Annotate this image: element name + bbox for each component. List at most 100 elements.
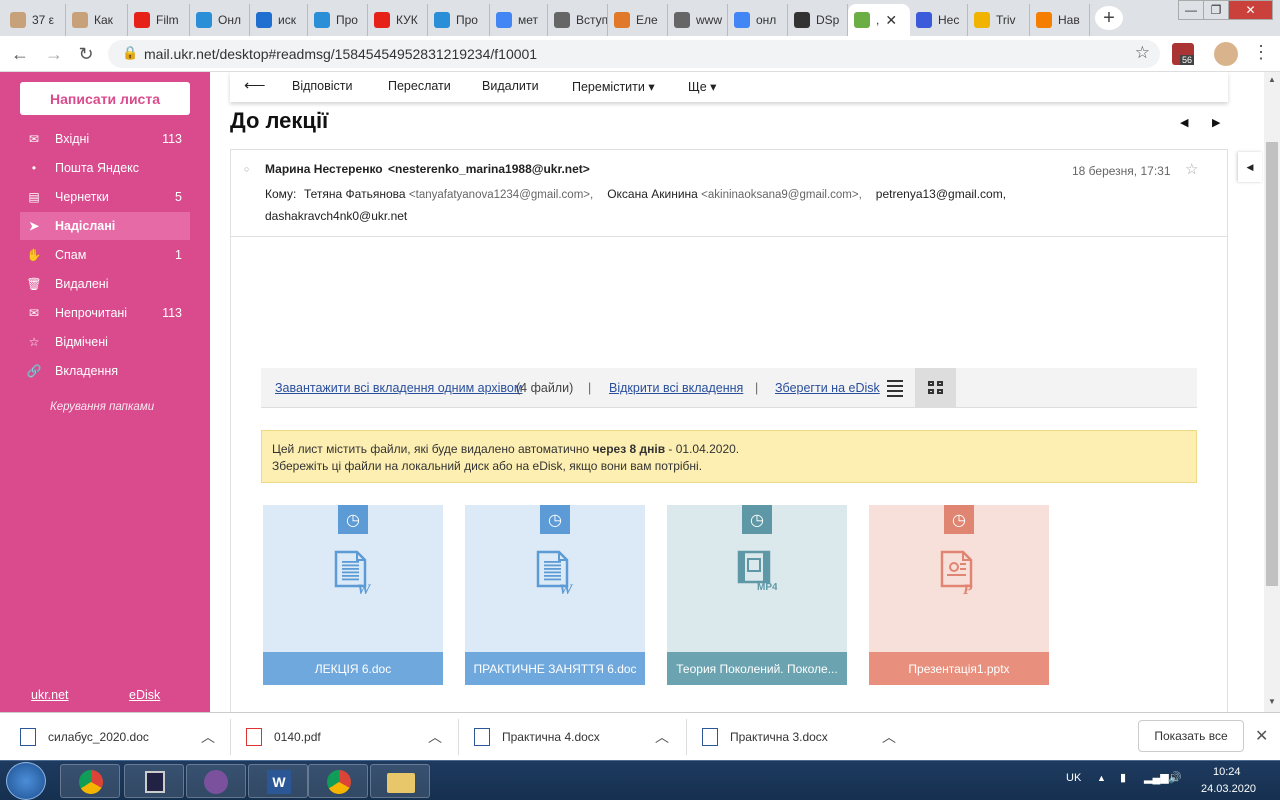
attachment-card[interactable]: ◷ W ЛЕКЦІЯ 6.doc [263, 505, 443, 685]
recipient-name[interactable]: Оксана Акинина [607, 187, 698, 201]
chrome-taskbar-icon[interactable] [60, 764, 120, 798]
browser-tab[interactable]: Нав [1030, 4, 1090, 36]
browser-tab[interactable]: онл [728, 4, 788, 36]
scroll-thumb[interactable] [1266, 142, 1278, 586]
clock-date[interactable]: 24.03.2020 [1201, 783, 1256, 795]
viber-taskbar-icon[interactable] [186, 764, 246, 798]
browser-tab[interactable]: 37 ε [4, 4, 66, 36]
download-menu-chevron-icon[interactable]: ︿ [201, 727, 215, 747]
sidebar-item[interactable]: 🗑 Видалені [20, 270, 190, 298]
start-button[interactable] [6, 762, 46, 800]
attachment-filename[interactable]: ЛЕКЦІЯ 6.doc [263, 652, 443, 685]
download-menu-chevron-icon[interactable]: ︿ [655, 727, 669, 747]
browser-tab[interactable]: Triv [968, 4, 1030, 36]
sidebar-item[interactable]: ✉ Вхідні 113 [20, 125, 190, 153]
unread-dot-icon[interactable]: ○ [244, 164, 249, 174]
browser-tab[interactable]: Нес [910, 4, 968, 36]
profile-avatar[interactable] [1214, 42, 1238, 66]
signal-icon[interactable]: ▂▄▆ [1144, 771, 1169, 784]
sidebar-item[interactable]: ✋ Спам 1 [20, 241, 190, 269]
scroll-up-icon[interactable]: ▲ [1264, 72, 1280, 88]
reply-button[interactable]: Відповісти [292, 79, 353, 93]
bookmark-star-icon[interactable]: ☆ [1135, 43, 1150, 63]
attachment-card[interactable]: ◷ P Презентація1.pptx [869, 505, 1049, 685]
grid-view-icon[interactable] [915, 368, 956, 408]
sender-name[interactable]: Марина Нестеренко [265, 162, 383, 176]
compose-button[interactable]: Написати листа [20, 82, 190, 115]
browser-tab[interactable]: Film [128, 4, 190, 36]
attachment-filename[interactable]: Презентація1.pptx [869, 652, 1049, 685]
browser-tab[interactable]: КУК [368, 4, 428, 36]
clock-time[interactable]: 10:24 [1213, 766, 1241, 778]
star-icon[interactable]: ☆ [1185, 160, 1198, 178]
chrome-taskbar-icon-2[interactable] [308, 764, 368, 798]
explorer-taskbar-icon[interactable] [370, 764, 430, 798]
browser-tab[interactable]: иск [250, 4, 308, 36]
browser-tab[interactable]: мет [490, 4, 548, 36]
tray-arrow-icon[interactable]: ▲ [1097, 773, 1106, 783]
sidebar-item[interactable]: ☆ Відмічені [20, 328, 190, 356]
open-all-link[interactable]: Відкрити всі вкладення [609, 381, 743, 395]
sidebar-item[interactable]: • Пошта Яндекс [20, 154, 190, 182]
back-to-list-button[interactable]: ⟵ [244, 76, 266, 94]
download-item[interactable]: 0140.pdf [246, 713, 321, 761]
language-indicator[interactable]: UK [1066, 772, 1081, 784]
browser-tab[interactable]: Онл [190, 4, 250, 36]
attachment-filename[interactable]: ПРАКТИЧНЕ ЗАНЯТТЯ 6.doc [465, 652, 645, 685]
word-taskbar-icon[interactable]: W [248, 764, 308, 798]
browser-tab[interactable]: Как [66, 4, 128, 36]
list-view-icon[interactable] [887, 380, 903, 397]
sidebar-item[interactable]: ✉ Непрочитані 113 [20, 299, 190, 327]
sidebar-item[interactable]: ▤ Чернетки 5 [20, 183, 190, 211]
next-message-icon[interactable]: ▶ [1212, 116, 1220, 129]
manage-folders-link[interactable]: Керування папками [50, 401, 154, 413]
extension-icon[interactable]: 56 [1172, 43, 1194, 65]
side-panel-toggle-icon[interactable]: ◀ [1238, 152, 1262, 182]
attachment-card[interactable]: ◷ W ПРАКТИЧНЕ ЗАНЯТТЯ 6.doc [465, 505, 645, 685]
back-icon[interactable]: ← [8, 42, 32, 66]
browser-tab[interactable]: Вступ [548, 4, 608, 36]
download-item[interactable]: силабус_2020.doc [20, 713, 149, 761]
browser-tab[interactable]: DSp [788, 4, 848, 36]
tab-close-icon[interactable]: ✕ [885, 12, 897, 29]
download-menu-chevron-icon[interactable]: ︿ [428, 727, 442, 747]
scroll-down-icon[interactable]: ▼ [1264, 694, 1280, 710]
prev-message-icon[interactable]: ◀ [1180, 116, 1188, 129]
menu-dots-icon[interactable]: ⋮ [1252, 42, 1270, 63]
save-taskbar-icon[interactable] [124, 764, 184, 798]
reload-icon[interactable]: ↻ [74, 42, 98, 66]
page-scrollbar[interactable]: ▲ ▼ ◀ [1238, 72, 1280, 712]
forward-button[interactable]: Переслати [388, 79, 451, 93]
sidebar-item[interactable]: ➤ Надіслані [20, 212, 190, 240]
recipient-name[interactable]: Тетяна Фатьянова [304, 187, 406, 201]
close-downloads-icon[interactable]: ✕ [1255, 726, 1268, 746]
recipient-name[interactable]: petrenya13@gmail.com, [876, 187, 1006, 201]
browser-tab[interactable]: , ✕ [848, 4, 910, 36]
recipient[interactable]: dashakravch4nk0@ukr.net [265, 209, 407, 223]
save-edisk-link[interactable]: Зберегти на eDisk [775, 381, 880, 395]
browser-tab[interactable]: Про [308, 4, 368, 36]
more-button[interactable]: Ще ▾ [688, 79, 716, 94]
attachment-card[interactable]: ◷ MP4 Теория Поколений. Поколе... [667, 505, 847, 685]
window-close-button[interactable]: ✕ [1228, 0, 1273, 20]
browser-tab[interactable]: www [668, 4, 728, 36]
new-tab-button[interactable]: + [1095, 6, 1123, 30]
minimize-button[interactable]: — [1178, 0, 1204, 20]
edisk-link[interactable]: eDisk [129, 688, 160, 702]
browser-tab[interactable]: Еле [608, 4, 668, 36]
ukrnet-link[interactable]: ukr.net [31, 688, 69, 702]
attachment-filename[interactable]: Теория Поколений. Поколе... [667, 652, 847, 685]
move-button[interactable]: Перемістити ▾ [572, 79, 655, 94]
show-all-downloads-button[interactable]: Показать все [1138, 720, 1244, 752]
download-menu-chevron-icon[interactable]: ︿ [882, 727, 896, 747]
browser-tab[interactable]: Про [428, 4, 490, 36]
volume-icon[interactable]: 🔊 [1168, 771, 1182, 784]
url-input[interactable]: 🔒 mail.ukr.net/desktop#readmsg/158454549… [108, 40, 1160, 68]
download-item[interactable]: Практична 3.docx [702, 713, 828, 761]
network-icon[interactable]: ▮ [1120, 771, 1126, 784]
maximize-button[interactable]: ❐ [1203, 0, 1229, 20]
download-all-link[interactable]: Завантажити всі вкладення одним архівом [275, 381, 522, 395]
sidebar-item[interactable]: 🔗 Вкладення [20, 357, 190, 385]
download-item[interactable]: Практична 4.docx [474, 713, 600, 761]
forward-icon[interactable]: → [42, 42, 66, 66]
